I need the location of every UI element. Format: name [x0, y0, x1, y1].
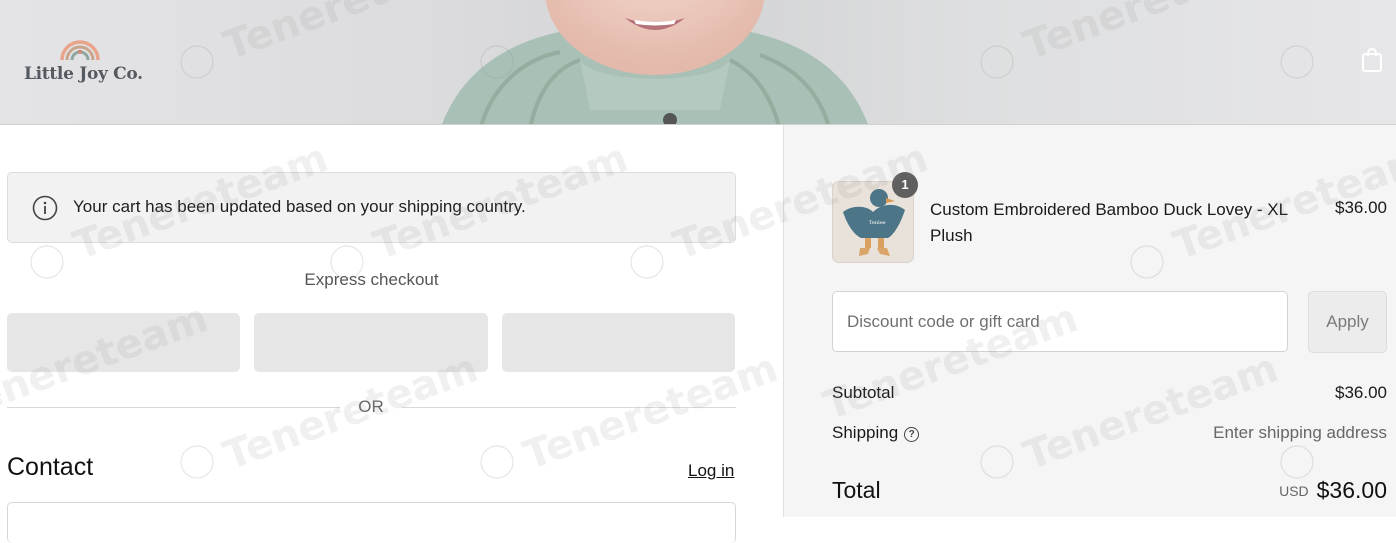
checkout-main: Your cart has been updated based on your… — [0, 125, 783, 543]
subtotal-label: Subtotal — [832, 383, 895, 402]
thumb-embroidery: Tenlee — [869, 220, 886, 226]
shipping-label: Shipping — [832, 423, 899, 442]
divider-left — [7, 407, 340, 408]
contact-heading: Contact — [7, 453, 94, 481]
info-icon — [32, 195, 58, 221]
express-pay-button-3[interactable] — [502, 313, 735, 372]
subtotal-value: $36.00 — [1335, 383, 1387, 402]
notice-text: Your cart has been updated based on your… — [73, 197, 526, 216]
question-circle-icon[interactable]: ? — [904, 427, 920, 442]
express-pay-button-2[interactable] — [254, 313, 488, 372]
product-name: Custom Embroidered Bamboo Duck Lovey - X… — [930, 200, 1288, 245]
brand-logo[interactable]: Little Joy Co. — [24, 28, 144, 92]
product-price: $36.00 — [1335, 198, 1387, 217]
logo-wordmark: Little Joy Co. — [24, 64, 143, 84]
or-divider-label: OR — [358, 397, 384, 416]
shipping-value: Enter shipping address — [1213, 423, 1387, 442]
total-value: $36.00 — [1316, 477, 1387, 503]
shopping-bag-icon[interactable] — [1360, 46, 1384, 74]
quantity-badge: 1 — [892, 172, 918, 198]
apply-discount-button[interactable]: Apply — [1308, 291, 1387, 353]
total-label: Total — [832, 477, 881, 503]
order-summary: Tenlee 1 Custom Embroidered Bamboo Duck … — [783, 125, 1396, 517]
discount-code-input[interactable] — [832, 291, 1288, 352]
header-banner: Little Joy Co. — [0, 0, 1396, 125]
email-field[interactable] — [7, 502, 736, 543]
log-in-link[interactable]: Log in — [688, 461, 734, 481]
currency-code: USD — [1279, 483, 1309, 499]
express-checkout-label: Express checkout — [304, 270, 439, 289]
total-amount: USD $36.00 — [1279, 477, 1387, 504]
shipping-row: Shipping? — [832, 423, 920, 443]
cart-updated-notice: Your cart has been updated based on your… — [7, 172, 736, 243]
divider-right — [402, 407, 736, 408]
rainbow-logo-icon — [60, 40, 100, 61]
baby-photo — [442, 0, 868, 124]
express-pay-button-1[interactable] — [7, 313, 240, 372]
